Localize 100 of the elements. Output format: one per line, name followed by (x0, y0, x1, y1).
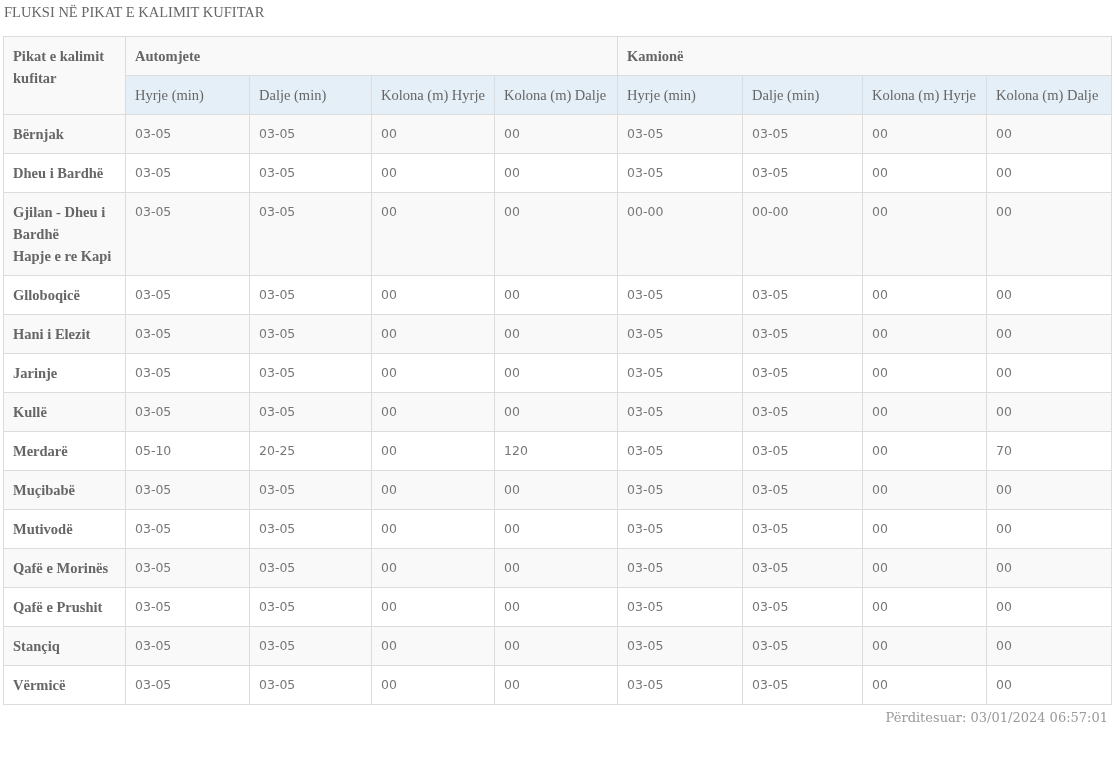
column-header: Kolona (m) Hyrje (862, 75, 987, 115)
table-cell: 03-05 (742, 153, 863, 193)
table-cell: 00 (862, 587, 987, 627)
table-cell: 00 (371, 587, 495, 627)
row-header: Dheu i Bardhë (3, 153, 126, 193)
table-cell: 00 (371, 431, 495, 471)
table-cell: 00 (494, 509, 618, 549)
table-cell: 00-00 (617, 192, 743, 276)
table-cell: 00 (862, 509, 987, 549)
table-cell: 03-05 (617, 665, 743, 705)
table-cell: 03-05 (742, 114, 863, 154)
table-cell: 03-05 (742, 392, 863, 432)
row-header: Qafë e Morinës (3, 548, 126, 588)
table-cell: 00 (862, 192, 987, 276)
table-cell: 00 (371, 509, 495, 549)
table-cell: 00 (494, 114, 618, 154)
table-cell: 00 (494, 153, 618, 193)
table-cell: 00 (862, 431, 987, 471)
table-cell: 00 (986, 114, 1112, 154)
table-cell: 00 (986, 153, 1112, 193)
table-cell: 03-05 (249, 392, 372, 432)
column-header: Dalje (min) (742, 75, 863, 115)
table-cell: 03-05 (617, 587, 743, 627)
table-cell: 03-05 (125, 665, 250, 705)
table-cell: 00 (371, 470, 495, 510)
table-cell: 03-05 (249, 275, 372, 315)
table-cell: 03-05 (249, 470, 372, 510)
table-cell: 03-05 (742, 587, 863, 627)
table-cell: 03-05 (125, 509, 250, 549)
table-cell: 00 (862, 548, 987, 588)
table-cell: 00 (371, 665, 495, 705)
table-cell: 03-05 (617, 509, 743, 549)
row-header: Muçibabë (3, 470, 126, 510)
table-cell: 03-05 (742, 353, 863, 393)
updated-timestamp: Përditesuar: 03/01/2024 06:57:01 (884, 710, 1109, 725)
table-cell: 00 (371, 153, 495, 193)
table-cell: 00 (371, 192, 495, 276)
table-cell: 00 (986, 470, 1112, 510)
table-cell: 00 (862, 353, 987, 393)
row-header: Stançiq (3, 626, 126, 666)
table-cell: 00 (862, 665, 987, 705)
table-cell: 03-05 (249, 192, 372, 276)
table-cell: 00 (986, 314, 1112, 354)
table-cell: 03-05 (742, 626, 863, 666)
table-cell: 03-05 (125, 587, 250, 627)
table-cell: 00 (494, 626, 618, 666)
table-cell: 00-00 (742, 192, 863, 276)
table-cell: 03-05 (617, 114, 743, 154)
row-header: Hani i Elezit (3, 314, 126, 354)
row-header: Gjilan - Dheu i Bardhë Hapje e re Kapi (3, 192, 126, 276)
table-cell: 03-05 (742, 548, 863, 588)
table-cell: 00 (986, 548, 1112, 588)
table-cell: 03-05 (125, 353, 250, 393)
table-cell: 03-05 (249, 587, 372, 627)
column-header: Hyrje (min) (125, 75, 250, 115)
table-cell: 00 (862, 392, 987, 432)
table-cell: 00 (494, 392, 618, 432)
table-cell: 00 (986, 587, 1112, 627)
table-cell: 00 (986, 665, 1112, 705)
column-header: Kolona (m) Dalje (986, 75, 1112, 115)
table-cell: 00 (494, 314, 618, 354)
table-cell: 00 (494, 192, 618, 276)
table-cell: 120 (494, 431, 618, 471)
table-cell: 03-05 (249, 114, 372, 154)
table-cell: 03-05 (249, 665, 372, 705)
table-cell: 00 (494, 275, 618, 315)
table-cell: 00 (862, 314, 987, 354)
table-cell: 00 (986, 192, 1112, 276)
table-cell: 03-05 (249, 548, 372, 588)
table-cell: 00 (371, 314, 495, 354)
table-cell: 20-25 (249, 431, 372, 471)
table-cell: 03-05 (742, 470, 863, 510)
column-header: Kolona (m) Dalje (494, 75, 618, 115)
table-cell: 03-05 (742, 314, 863, 354)
table-cell: 00 (862, 153, 987, 193)
table-cell: 00 (494, 353, 618, 393)
table-cell: 00 (494, 665, 618, 705)
table-cell: 00 (986, 392, 1112, 432)
column-header: Hyrje (min) (617, 75, 743, 115)
table-cell: 03-05 (125, 153, 250, 193)
table-cell: 00 (371, 353, 495, 393)
row-header: Jarinje (3, 353, 126, 393)
table-cell: 00 (986, 626, 1112, 666)
table-cell: 03-05 (742, 431, 863, 471)
table-cell: 00 (371, 392, 495, 432)
table-cell: 00 (862, 626, 987, 666)
table-cell: 03-05 (617, 314, 743, 354)
row-header: Qafë e Prushit (3, 587, 126, 627)
table-cell: 00 (371, 626, 495, 666)
row-header: Vërmicë (3, 665, 126, 705)
row-header: Mutivodë (3, 509, 126, 549)
table-cell: 03-05 (249, 353, 372, 393)
table-cell: 03-05 (617, 353, 743, 393)
table-cell: 00 (986, 353, 1112, 393)
table-cell: 03-05 (617, 431, 743, 471)
table-cell: 03-05 (617, 470, 743, 510)
table-cell: 03-05 (125, 314, 250, 354)
table-cell: 05-10 (125, 431, 250, 471)
table-cell: 03-05 (617, 392, 743, 432)
table-cell: 00 (494, 470, 618, 510)
